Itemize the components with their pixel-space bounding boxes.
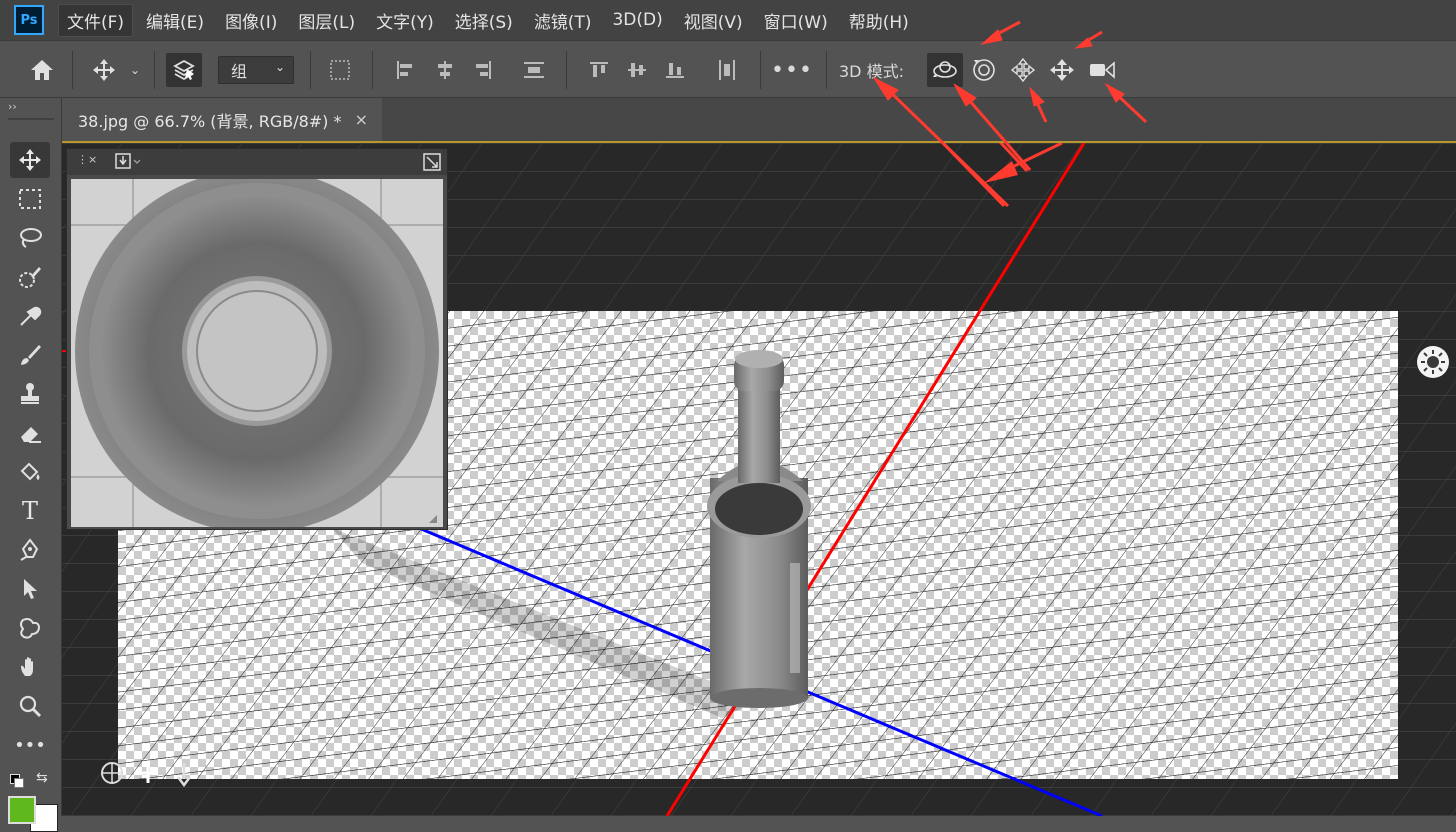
eyedropper-tool[interactable] [10,298,50,334]
3d-secondary-view-panel[interactable]: ⋮× [66,148,448,530]
menu-filter[interactable]: 滤镜(T) [526,5,600,36]
path-selection-tool[interactable] [10,571,50,607]
align-right-icon[interactable] [468,53,498,87]
swap-colors-icon[interactable]: ⇆ [36,770,48,786]
paint-bucket-tool[interactable] [10,454,50,490]
top-view-render[interactable] [71,179,443,527]
stamp-tool[interactable] [10,376,50,412]
transform-controls-icon[interactable] [324,53,356,87]
lasso-tool[interactable] [10,220,50,256]
hand-tool[interactable] [10,649,50,685]
move-icon[interactable] [88,53,120,87]
toolbar-grip [8,118,54,120]
panel-grip-icon[interactable]: ⋮× [77,153,97,166]
align-left-icon[interactable] [390,53,420,87]
default-colors-icon[interactable] [10,774,24,788]
brush-tool[interactable] [10,337,50,373]
select-value: 组 [231,62,248,81]
auto-select-type-select[interactable]: 组 ⌄ [218,56,294,84]
menu-type[interactable]: 文字(Y) [368,5,442,36]
move-tool[interactable] [10,142,50,178]
more-tools[interactable]: ••• [10,727,50,763]
type-tool[interactable]: T [10,493,50,529]
3d-mode-label: 3D 模式: [839,62,904,81]
zoom-tool[interactable] [10,688,50,724]
marquee-tool[interactable] [10,181,50,217]
menu-layer[interactable]: 图层(L) [290,5,363,36]
menu-select[interactable]: 选择(S) [447,5,521,36]
eraser-tool[interactable] [10,415,50,451]
document-tab-bar: 38.jpg @ 66.7% (背景, RGB/8#) * × [62,98,1456,141]
pen-tool[interactable] [10,532,50,568]
align-vcenter-icon[interactable] [622,53,652,87]
tools-panel: ›› T ••• ⇆ [0,98,62,832]
custom-shape-tool[interactable] [10,610,50,646]
menu-image[interactable]: 图像(I) [217,5,285,36]
foreground-color-swatch[interactable] [8,796,36,824]
menu-file[interactable]: 文件(F) [58,3,134,37]
menu-edit[interactable]: 编辑(E) [138,5,212,36]
chevron-down-icon: ⌄ [274,60,285,74]
distribute-v-icon[interactable] [712,53,742,87]
close-icon[interactable]: × [355,110,368,129]
more-icon[interactable]: ••• [771,53,812,87]
menu-help[interactable]: 帮助(H) [841,5,917,36]
options-bar: ⌄ 组 ⌄ ••• 3D 模式: [0,40,1456,98]
light-source-icon[interactable] [1417,346,1449,378]
menu-window[interactable]: 窗口(W) [756,5,836,36]
align-bottom-icon[interactable] [660,53,690,87]
quick-selection-tool[interactable] [10,259,50,295]
pan-3d-icon[interactable] [1007,53,1039,87]
document-tab-title: 38.jpg @ 66.7% (背景, RGB/8#) * [78,111,342,131]
align-hcenter-icon[interactable] [430,53,460,87]
chevron-down-icon[interactable]: ⌄ [124,53,146,87]
swap-view-icon[interactable] [423,153,441,175]
collapse-toolbar-icon[interactable]: ›› [8,100,17,113]
view-select-icon[interactable] [115,152,141,174]
menu-view[interactable]: 视图(V) [676,5,751,36]
slide-3d-icon[interactable] [1046,53,1078,87]
photoshop-logo: Ps [14,5,44,35]
menu-bar: Ps 文件(F) 编辑(E) 图像(I) 图层(L) 文字(Y) 选择(S) 滤… [0,0,1456,40]
zoom-3d-camera-icon[interactable] [1085,53,1119,87]
menu-3d[interactable]: 3D(D) [604,7,670,33]
orbit-3d-icon[interactable] [927,53,963,87]
distribute-icon[interactable] [518,53,550,87]
document-tab[interactable]: 38.jpg @ 66.7% (背景, RGB/8#) * × [62,98,382,141]
auto-select-layers-icon[interactable] [166,53,202,87]
roll-3d-icon[interactable] [968,53,1000,87]
align-top-icon[interactable] [584,53,614,87]
panel-header: ⋮× [67,149,447,175]
home-icon[interactable] [26,53,58,87]
